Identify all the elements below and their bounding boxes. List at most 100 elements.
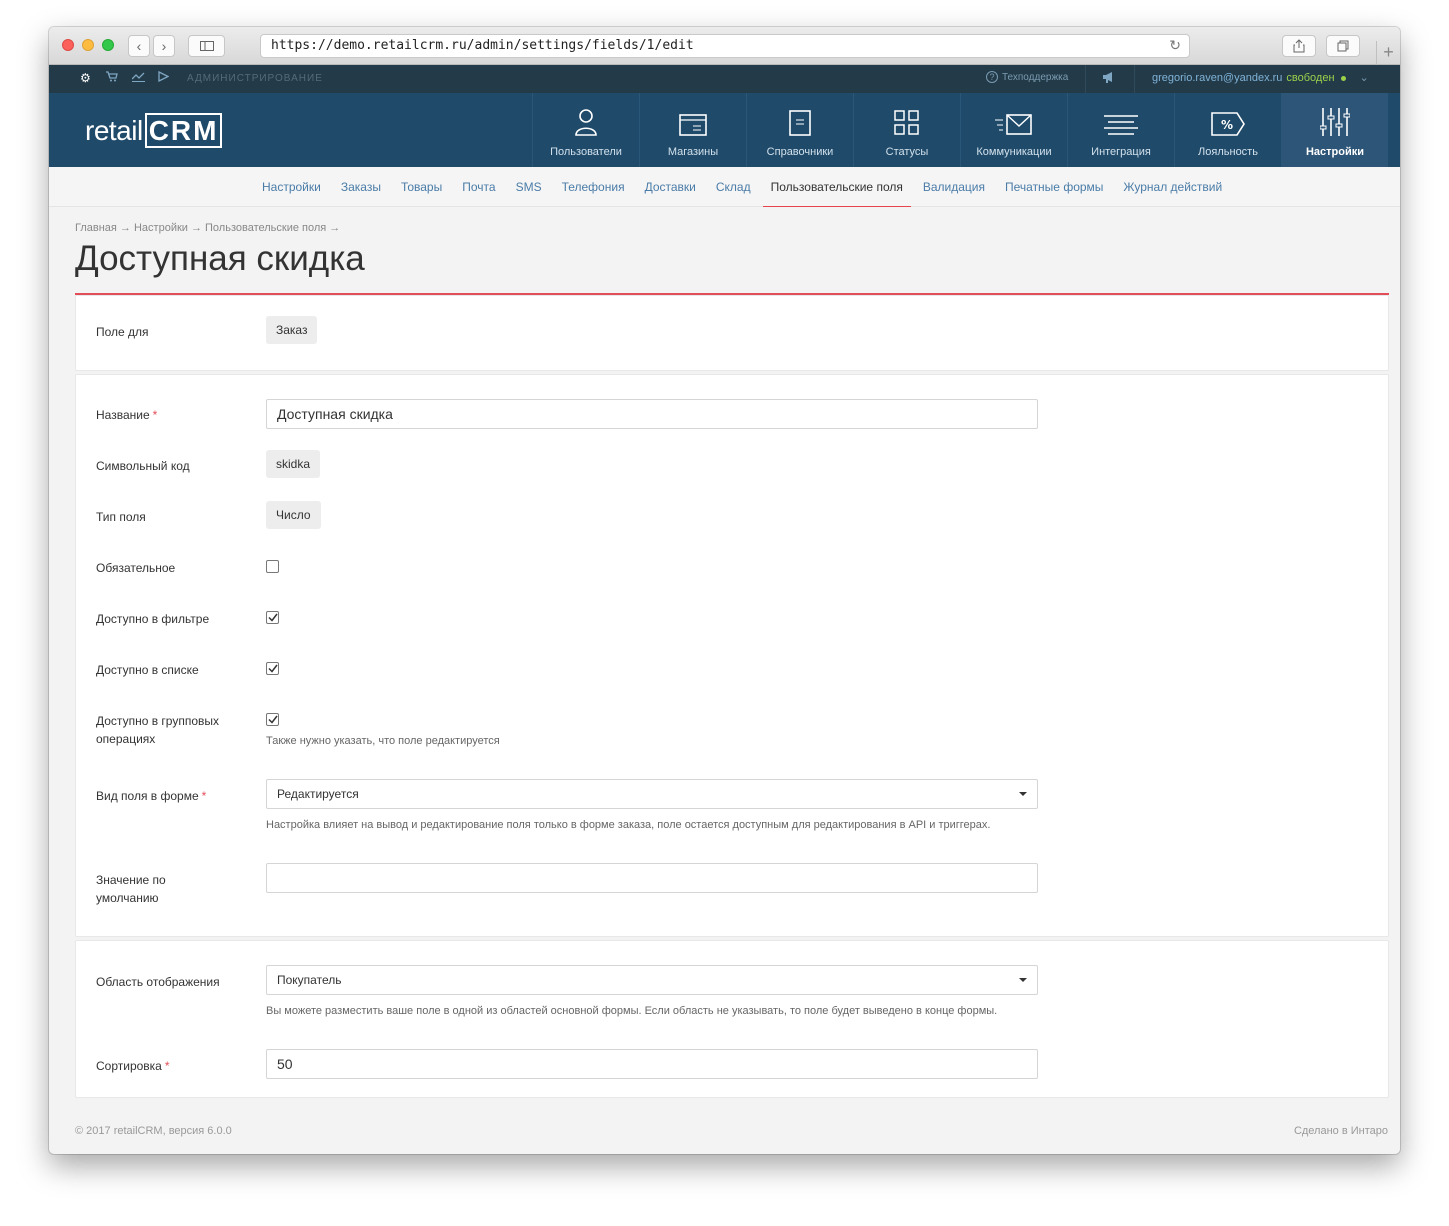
close-window-button[interactable] [62, 39, 74, 51]
address-bar[interactable]: https://demo.retailcrm.ru/admin/settings… [260, 34, 1190, 58]
nav-item-integration[interactable]: Интеграция [1067, 93, 1174, 167]
shops-icon [679, 114, 707, 136]
analytics-icon[interactable] [131, 71, 145, 85]
new-tab-button[interactable]: + [1376, 41, 1400, 65]
field-for-panel: Поле для Заказ [75, 295, 1389, 371]
nav-item-label: Настройки [1305, 146, 1365, 158]
nav-item-label: Статусы [885, 146, 929, 158]
subnav-item-validation[interactable]: Валидация [913, 167, 995, 207]
main-nav-items: Пользователи Магазины Справочники Статус… [532, 93, 1388, 167]
support-label: Техподдержка [1002, 71, 1069, 83]
sidebar-toggle-button[interactable] [188, 35, 225, 57]
required-checkbox[interactable] [266, 560, 279, 573]
sort-label: Сортировка * [96, 1059, 170, 1073]
chevron-left-icon: ‹ [136, 38, 142, 54]
dictionaries-icon [789, 110, 811, 136]
subnav-item-orders[interactable]: Заказы [331, 167, 391, 207]
default-value-input[interactable] [266, 863, 1038, 893]
name-label: Название * [96, 408, 158, 422]
checkmark-icon [268, 613, 278, 622]
play-icon[interactable] [158, 70, 170, 85]
subnav-item-custom-fields[interactable]: Пользовательские поля [761, 167, 913, 207]
group-hint: Также нужно указать, что поле редактируе… [266, 735, 500, 747]
communications-icon [995, 114, 1032, 135]
nav-item-shops[interactable]: Магазины [639, 93, 746, 167]
back-button[interactable]: ‹ [128, 35, 150, 57]
checkmark-icon [268, 664, 278, 673]
chevron-right-icon: › [161, 38, 167, 54]
retailcrm-logo[interactable]: retail CRM [85, 113, 223, 148]
list-label: Доступно в списке [96, 663, 199, 677]
share-button[interactable] [1282, 35, 1316, 57]
default-label: Значение по умолчанию [96, 873, 166, 905]
caret-down-icon [1019, 978, 1027, 982]
svg-text:%: % [1221, 118, 1233, 132]
subnav-item-products[interactable]: Товары [391, 167, 452, 207]
subnav-item-print-forms[interactable]: Печатные формы [995, 167, 1113, 207]
area-label: Область отображения [96, 975, 220, 989]
statuses-icon [894, 110, 919, 135]
zoom-window-button[interactable] [102, 39, 114, 51]
checkmark-icon [268, 715, 278, 724]
nav-item-label: Коммуникации [976, 146, 1052, 158]
subnav-item-mail[interactable]: Почта [452, 167, 505, 207]
subnav-item-settings[interactable]: Настройки [252, 167, 331, 207]
group-label: Доступно в групповых операциях [96, 714, 219, 746]
support-link[interactable]: ? Техподдержка [986, 71, 1068, 83]
filter-checkbox[interactable] [266, 611, 279, 624]
tabs-icon [1337, 40, 1349, 52]
subnav-item-warehouse[interactable]: Склад [706, 167, 761, 207]
status-dot-icon [1340, 75, 1346, 81]
breadcrumb[interactable]: Главная → Настройки → Пользовательские п… [75, 222, 340, 234]
footer-made-by[interactable]: Сделано в Интаро [1294, 1125, 1388, 1137]
nav-item-label: Магазины [667, 146, 719, 158]
browser-toolbar: ‹ › https://demo.retailcrm.ru/admin/sett… [49, 27, 1400, 65]
logo-text-retail: retail [85, 115, 143, 146]
chevron-down-icon: ⌄ [1359, 72, 1369, 84]
integration-icon [1104, 115, 1138, 135]
area-select[interactable]: Покупатель [266, 965, 1038, 995]
megaphone-icon[interactable] [1102, 71, 1116, 86]
footer-copyright: © 2017 retailCRM, версия 6.0.0 [75, 1125, 232, 1137]
subnav-item-delivery[interactable]: Доставки [635, 167, 706, 207]
minimize-window-button[interactable] [82, 39, 94, 51]
user-menu[interactable]: gregorio.raven@yandex.ru свободен ⌄ [1152, 71, 1369, 84]
reload-icon[interactable]: ↻ [1169, 35, 1181, 57]
nav-item-label: Лояльность [1198, 146, 1258, 158]
users-icon [575, 109, 597, 136]
type-label: Тип поля [96, 510, 146, 524]
divider [1085, 65, 1086, 93]
settings-subnav: Настройки Заказы Товары Почта SMS Телефо… [49, 167, 1400, 207]
nav-item-label: Пользователи [550, 146, 622, 158]
url-text: https://demo.retailcrm.ru/admin/settings… [271, 38, 694, 53]
cart-icon[interactable] [106, 71, 118, 85]
area-hint: Вы можете разместить ваше поле в одной и… [266, 1005, 998, 1017]
type-value: Число [266, 501, 321, 529]
logo-text-crm: CRM [144, 113, 223, 148]
field-for-label: Поле для [96, 325, 149, 339]
gear-icon[interactable]: ⚙ [80, 71, 91, 85]
subnav-item-sms[interactable]: SMS [506, 167, 552, 207]
tabs-button[interactable] [1326, 35, 1360, 57]
nav-item-users[interactable]: Пользователи [532, 93, 639, 167]
list-checkbox[interactable] [266, 662, 279, 675]
browser-window: ‹ › https://demo.retailcrm.ru/admin/sett… [49, 27, 1400, 1154]
sidebar-icon [199, 41, 214, 51]
nav-item-label: Справочники [766, 146, 834, 158]
nav-item-communications[interactable]: Коммуникации [960, 93, 1067, 167]
subnav-item-telephony[interactable]: Телефония [552, 167, 635, 207]
group-checkbox[interactable] [266, 713, 279, 726]
view-hint: Настройка влияет на вывод и редактирован… [266, 819, 991, 831]
subnav-item-action-log[interactable]: Журнал действий [1113, 167, 1232, 207]
nav-item-dictionaries[interactable]: Справочники [746, 93, 853, 167]
code-label: Символьный код [96, 459, 190, 473]
name-input[interactable]: Доступная скидка [266, 399, 1038, 429]
user-email: gregorio.raven@yandex.ru [1152, 72, 1283, 84]
view-select[interactable]: Редактируется [266, 779, 1038, 809]
sort-input[interactable]: 50 [266, 1049, 1038, 1079]
code-value: skidka [266, 450, 321, 478]
nav-item-loyalty[interactable]: % Лояльность [1174, 93, 1281, 167]
nav-item-statuses[interactable]: Статусы [853, 93, 960, 167]
nav-item-settings[interactable]: Настройки [1281, 93, 1388, 167]
forward-button[interactable]: › [153, 35, 175, 57]
